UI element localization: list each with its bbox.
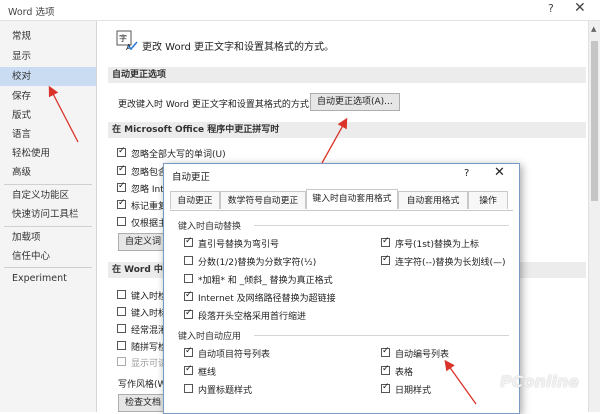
watermark: PConline — [500, 372, 580, 391]
arrow-to-proofing-icon — [48, 85, 79, 143]
arrow-to-auto-numbering-icon — [444, 359, 477, 405]
arrow-to-options-button-icon — [321, 117, 348, 164]
annotation-arrows — [48, 85, 477, 405]
